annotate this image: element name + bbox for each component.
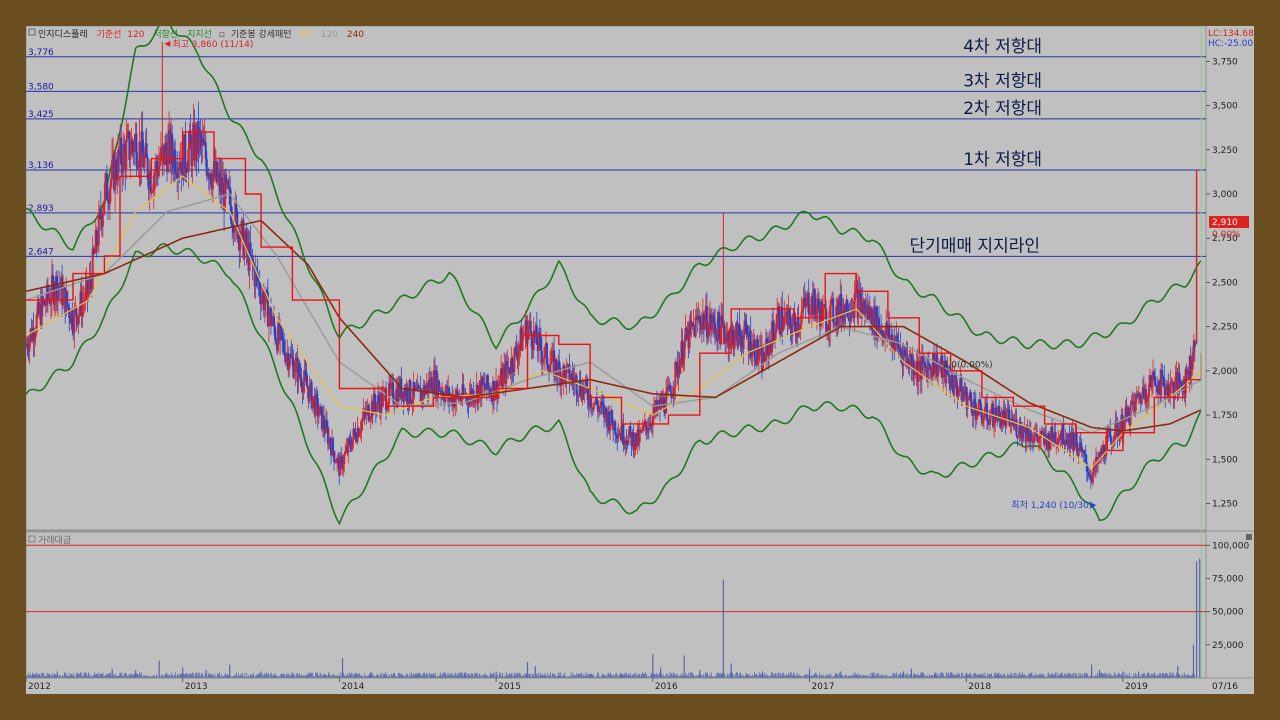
- y-tick-label: 3,000: [1212, 190, 1238, 200]
- candle-body: [951, 375, 954, 391]
- current-price-value: 2,910: [1212, 218, 1238, 228]
- candle-body: [306, 385, 309, 389]
- x-tick-label: 2017: [812, 682, 835, 692]
- chart-frame: 인지디스플레 기준선 120 저항선 지지선 ▫ 기준봉 강세패턴 60 120…: [26, 26, 1254, 694]
- candle-body: [1129, 404, 1132, 425]
- y-tick-label: 3,500: [1212, 102, 1238, 112]
- y-tick-label: 3,250: [1212, 146, 1238, 156]
- date-marker: 07/16: [1212, 682, 1238, 692]
- x-tick-label: 2012: [28, 682, 51, 692]
- high-annotation: 최고 3,860 (11/14): [172, 39, 253, 50]
- y-tick-label: 2,500: [1212, 278, 1238, 288]
- candle-body: [998, 406, 1001, 412]
- level-label: 3,776: [28, 48, 54, 58]
- candle-body: [529, 321, 532, 333]
- candle-body: [926, 363, 929, 380]
- y-tick-label: 1,250: [1212, 499, 1238, 509]
- candle-body: [332, 438, 335, 451]
- low-annotation: 최저 1,240 (10/30): [1011, 500, 1092, 511]
- y-tick-label: 1,500: [1212, 455, 1238, 465]
- level-label: 2,647: [28, 247, 54, 257]
- candle-body: [1015, 419, 1018, 436]
- legend-item-baseline: 기준선: [97, 29, 122, 40]
- candle-body: [62, 290, 65, 306]
- current-price-pct: 0.00%: [1212, 230, 1241, 240]
- y-tick-label: 3,750: [1212, 57, 1238, 67]
- x-tick-label: 2013: [185, 682, 208, 692]
- candle-body: [549, 364, 552, 373]
- chart-legend: 인지디스플레 기준선 120 저항선 지지선 ▫ 기준봉 강세패턴 60 120…: [28, 28, 364, 40]
- zone-label: 3차 저항대: [963, 71, 1042, 91]
- chart-canvas: 인지디스플레 기준선 120 저항선 지지선 ▫ 기준봉 강세패턴 60 120…: [26, 26, 1254, 694]
- candle-body: [343, 454, 346, 465]
- x-tick-label: 2018: [968, 682, 991, 692]
- candle-body: [953, 375, 956, 395]
- legend-item-baseline-period: 120: [127, 30, 144, 40]
- zone-label: 4차 저항대: [963, 37, 1042, 57]
- legend-item-ma60: 60: [300, 30, 312, 40]
- candle-body: [66, 291, 69, 305]
- candle-body: [294, 360, 297, 373]
- volume-y-tick-label: 25,000: [1212, 641, 1244, 651]
- candle-body: [409, 380, 412, 402]
- zone-label: 1차 저항대: [963, 150, 1042, 170]
- hc-readout: HC:-25.00: [1208, 39, 1253, 49]
- x-tick-label: 2019: [1125, 682, 1148, 692]
- legend-item-pattern: 기준봉 강세패턴: [231, 29, 292, 40]
- candle-body: [75, 306, 78, 317]
- candle-body: [794, 321, 797, 333]
- candle-body: [629, 426, 632, 434]
- candle-body: [125, 139, 128, 170]
- candle-body: [1193, 340, 1196, 347]
- candle-body: [778, 306, 781, 330]
- legend-item-ma240: 240: [347, 30, 364, 40]
- y-tick-label: 1,750: [1212, 411, 1238, 421]
- y-tick-label: 2,000: [1212, 367, 1238, 377]
- volume-menu-icon[interactable]: [1246, 534, 1252, 540]
- level-label: 3,136: [28, 161, 54, 171]
- candle-body: [101, 213, 104, 227]
- x-tick-label: 2016: [655, 682, 678, 692]
- candle-body: [1147, 384, 1150, 398]
- candle-body: [986, 403, 989, 420]
- zone-label: 단기매매 지지라인: [909, 236, 1040, 256]
- volume-y-tick-label: 50,000: [1212, 608, 1244, 618]
- candle-body: [822, 304, 825, 322]
- volume-pane: [26, 531, 1207, 679]
- y-tick-label: 2,250: [1212, 323, 1238, 333]
- x-tick-label: 2015: [498, 682, 521, 692]
- lc-readout: LC:134.68: [1208, 29, 1254, 39]
- pattern-annotation: 2,0(0.00%): [943, 360, 993, 370]
- volume-label: 거래대금: [38, 535, 71, 546]
- candle-body: [1091, 472, 1094, 483]
- candle-body: [1154, 376, 1157, 386]
- volume-y-tick-label: 100,000: [1212, 541, 1249, 551]
- zone-label: 2차 저항대: [963, 99, 1042, 119]
- candle-body: [249, 242, 252, 256]
- candle-body: [1089, 474, 1092, 481]
- candle-body: [917, 366, 920, 382]
- volume-y-tick-label: 75,000: [1212, 574, 1244, 584]
- level-label: 3,580: [28, 82, 54, 92]
- level-label: 3,425: [28, 110, 54, 120]
- legend-title: 인지디스플레: [38, 29, 88, 40]
- x-tick-label: 2014: [341, 682, 364, 692]
- candle-body: [1127, 407, 1130, 423]
- legend-item-support: 지지선: [187, 29, 212, 40]
- legend-item-ma120: 120: [321, 30, 338, 40]
